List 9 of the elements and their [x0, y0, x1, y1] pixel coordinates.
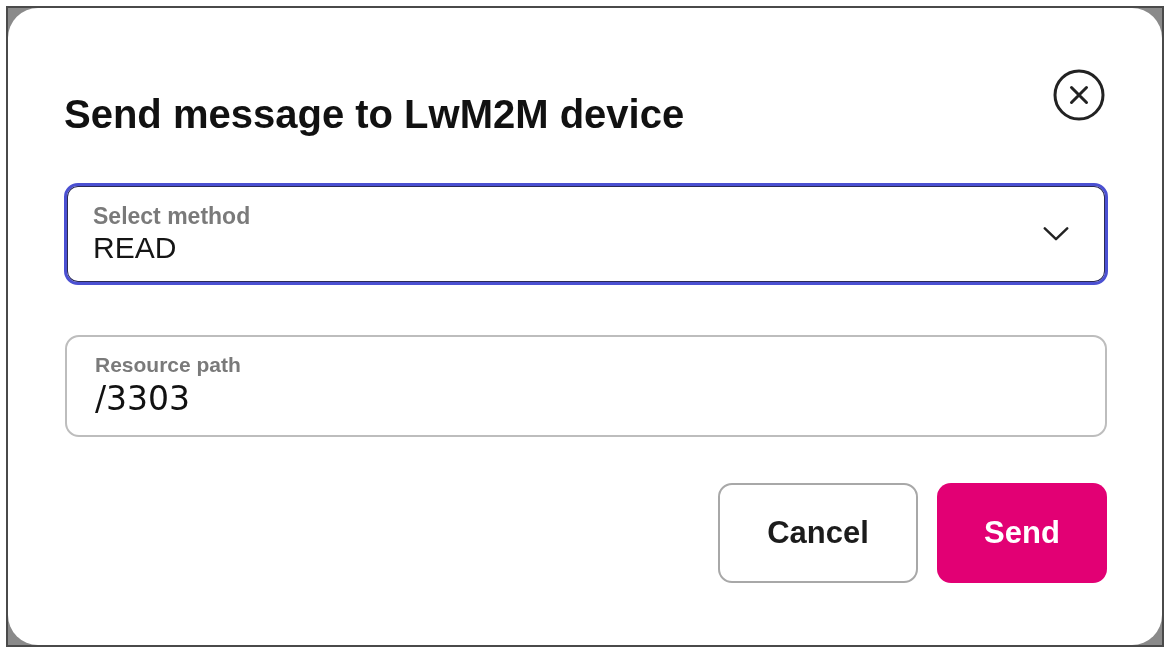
- text-field[interactable]: Resource path /3303: [65, 335, 1107, 437]
- dialog-title: Send message to LwM2M device: [64, 91, 685, 137]
- chevron-down-icon: [1043, 227, 1069, 241]
- field-label: Select method: [93, 202, 251, 229]
- dropdown-field[interactable]: Select method READ: [64, 183, 1108, 285]
- send-button[interactable]: Send: [937, 483, 1107, 583]
- cancel-button[interactable]: Cancel: [718, 483, 918, 583]
- field-label: Resource path: [95, 353, 241, 378]
- close-icon[interactable]: [1053, 69, 1105, 121]
